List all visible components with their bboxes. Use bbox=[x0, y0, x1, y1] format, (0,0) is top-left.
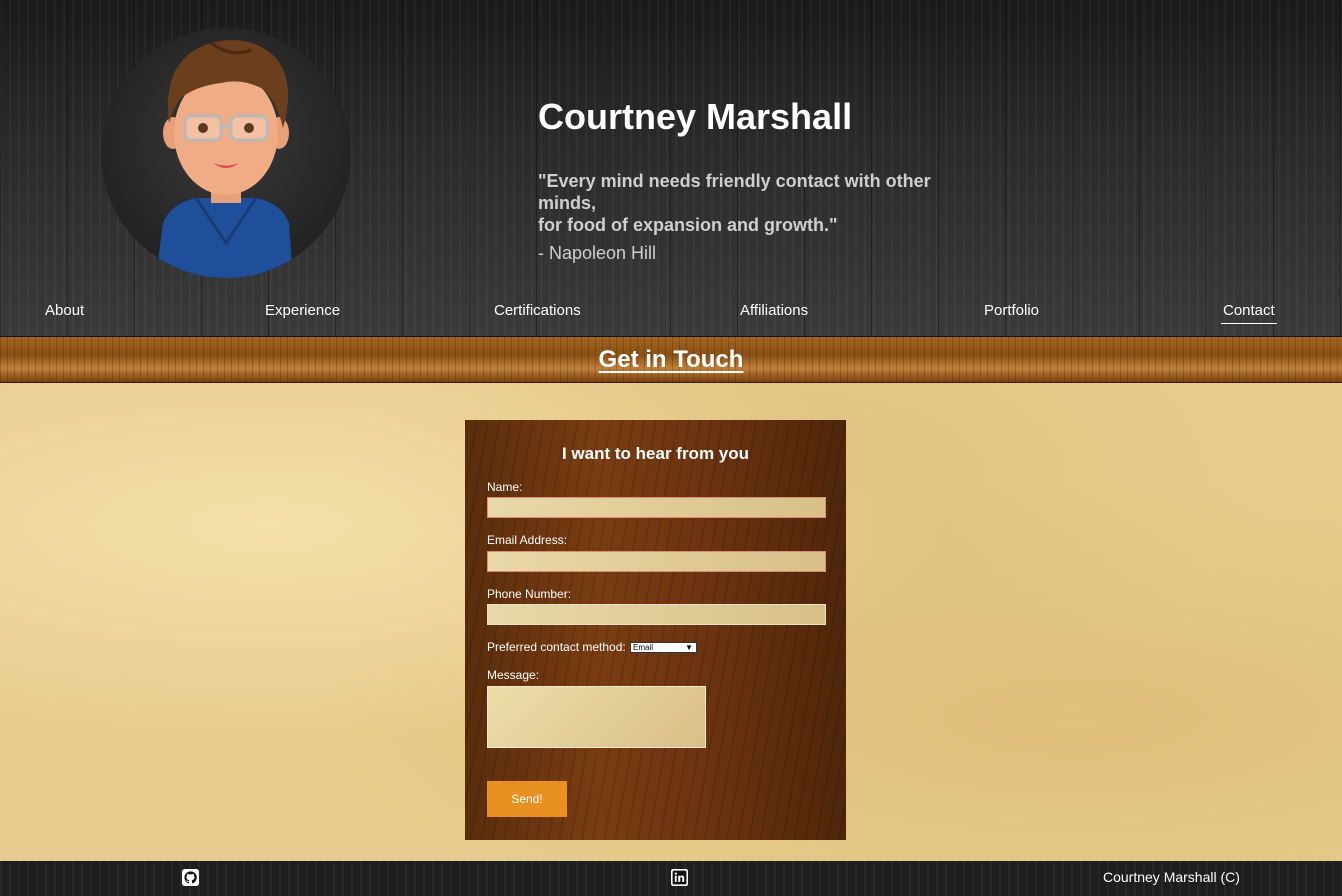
linkedin-icon[interactable] bbox=[671, 869, 688, 886]
message-textarea[interactable] bbox=[487, 686, 706, 748]
header-quote: "Every mind needs friendly contact with … bbox=[538, 170, 978, 236]
name-field[interactable] bbox=[487, 497, 826, 518]
quote-line: for food of expansion and growth." bbox=[538, 215, 838, 235]
copyright-text: Courtney Marshall (C) bbox=[1103, 869, 1240, 885]
nav-item-certifications[interactable]: Certifications bbox=[494, 302, 581, 323]
message-label: Message: bbox=[487, 668, 540, 682]
contact-method-select[interactable]: Email ▼ bbox=[630, 642, 697, 653]
quote-line: "Every mind needs friendly contact with … bbox=[538, 171, 931, 213]
avatar-illustration bbox=[156, 40, 293, 278]
site-footer: Courtney Marshall (C) bbox=[0, 861, 1342, 896]
section-title: Get in Touch bbox=[598, 346, 744, 373]
nav-item-about[interactable]: About bbox=[45, 302, 84, 323]
phone-field[interactable] bbox=[487, 604, 826, 625]
github-icon[interactable] bbox=[182, 869, 199, 886]
contact-method-value: Email bbox=[633, 643, 654, 652]
nav-item-portfolio[interactable]: Portfolio bbox=[984, 302, 1039, 323]
form-title: I want to hear from you bbox=[561, 444, 750, 463]
contact-method-label: Preferred contact method: bbox=[487, 640, 626, 654]
email-field[interactable] bbox=[487, 551, 826, 572]
email-label: Email Address: bbox=[487, 533, 568, 547]
phone-label: Phone Number: bbox=[487, 587, 572, 601]
quote-author: - Napoleon Hill bbox=[538, 243, 657, 263]
nav-item-contact[interactable]: Contact bbox=[1221, 302, 1277, 324]
avatar bbox=[101, 28, 351, 278]
chevron-down-icon: ▼ bbox=[685, 643, 693, 652]
name-label: Name: bbox=[487, 480, 523, 494]
section-banner: Get in Touch bbox=[0, 337, 1342, 383]
contact-form: I want to hear from you Name: Email Addr… bbox=[465, 420, 846, 840]
page-title: Courtney Marshall bbox=[538, 96, 853, 137]
site-header: Courtney Marshall "Every mind needs frie… bbox=[0, 0, 1342, 337]
nav-item-experience[interactable]: Experience bbox=[265, 302, 340, 323]
nav-item-affiliations[interactable]: Affiliations bbox=[740, 302, 808, 323]
send-button[interactable]: Send! bbox=[487, 781, 567, 817]
